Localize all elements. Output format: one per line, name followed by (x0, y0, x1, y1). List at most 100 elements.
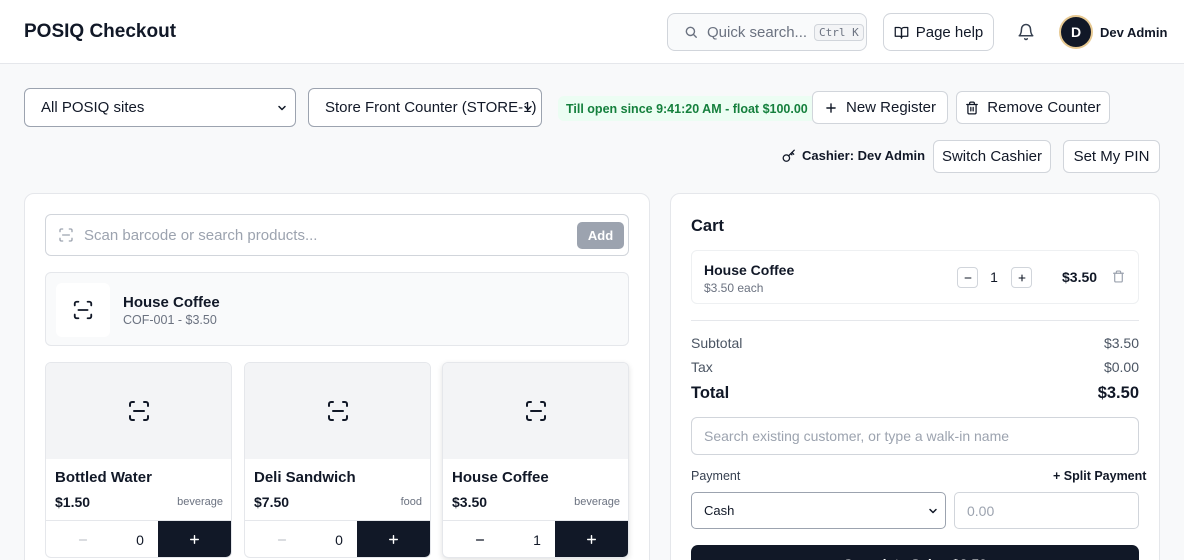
tax-row: Tax $0.00 (691, 359, 1139, 375)
quantity-value: 1 (533, 531, 541, 548)
shortcut-hint: Ctrl K (814, 23, 864, 41)
chevron-down-icon (927, 505, 939, 517)
increase-button[interactable] (158, 521, 231, 557)
payment-amount-input[interactable]: 0.00 (954, 492, 1139, 529)
tax-label: Tax (691, 359, 713, 375)
product-search-placeholder: Scan barcode or search products... (84, 226, 318, 244)
till-status-badge: Till open since 9:41:20 AM - float $100.… (558, 96, 816, 121)
remove-counter-label: Remove Counter (987, 99, 1101, 116)
payment-label: Payment (691, 469, 741, 483)
complete-sale-button[interactable]: Complete Sale - $3.50 (691, 545, 1139, 560)
cashier-label: Cashier: Dev Admin (802, 148, 926, 163)
product-category: food (400, 496, 422, 508)
chevron-down-icon (276, 102, 288, 114)
total-row: Total $3.50 (691, 384, 1139, 403)
trash-icon (965, 101, 979, 115)
minus-icon (276, 534, 288, 546)
app-title: POSIQ Checkout (24, 21, 177, 42)
product-price: $7.50 (254, 494, 290, 510)
avatar[interactable]: D (1059, 15, 1093, 49)
search-icon (684, 25, 698, 39)
quick-search-label: Quick search... (707, 23, 808, 41)
product-suggestion[interactable]: House Coffee COF-001 - $3.50 (45, 272, 629, 346)
quantity-value: 0 (136, 531, 144, 548)
product-name: Bottled Water (55, 469, 152, 486)
remove-counter-button[interactable]: Remove Counter (956, 91, 1110, 124)
decrease-button[interactable] (443, 521, 517, 557)
increase-button[interactable] (555, 521, 628, 557)
plus-icon (1017, 273, 1027, 283)
cart-title: Cart (691, 217, 725, 235)
counter-select[interactable]: Store Front Counter (STORE-1) (308, 88, 542, 127)
payment-method-select[interactable]: Cash (691, 492, 946, 529)
new-register-button[interactable]: New Register (812, 91, 948, 124)
product-image (443, 363, 628, 459)
divider (691, 320, 1139, 321)
increase-button[interactable] (357, 521, 430, 557)
product-thumbnail (56, 283, 110, 337)
cart-item-qty: 1 (990, 269, 998, 285)
tax-value: $0.00 (1103, 359, 1139, 375)
chevron-down-icon (522, 102, 534, 114)
scan-icon (127, 399, 151, 423)
split-payment-button[interactable]: + Split Payment (1053, 469, 1146, 483)
plus-icon (188, 533, 201, 546)
product-card[interactable]: Deli Sandwich $7.50 food 0 (244, 362, 431, 558)
scan-icon (72, 299, 94, 321)
product-category: beverage (574, 496, 620, 508)
quantity-stepper: 0 (245, 520, 430, 557)
minus-icon (963, 273, 973, 283)
cart-item-name: House Coffee (704, 262, 795, 278)
customer-search-input[interactable]: Search existing customer, or type a walk… (691, 417, 1139, 455)
cart-decrease-button[interactable] (957, 267, 978, 288)
bell-icon[interactable] (1017, 23, 1035, 41)
minus-icon (77, 534, 89, 546)
trash-icon[interactable] (1112, 270, 1125, 283)
product-image (245, 363, 430, 459)
cashier-indicator: Cashier: Dev Admin (782, 148, 925, 163)
cart-increase-button[interactable] (1011, 267, 1032, 288)
total-label: Total (691, 384, 730, 402)
site-select[interactable]: All POSIQ sites (24, 88, 296, 127)
decrease-button[interactable] (46, 521, 120, 557)
subtotal-label: Subtotal (691, 335, 743, 351)
subtotal-value: $3.50 (1103, 335, 1139, 351)
quantity-value: 0 (335, 531, 343, 548)
user-name[interactable]: Dev Admin (1100, 25, 1167, 40)
page-help-button[interactable]: Page help (883, 13, 994, 51)
book-icon (894, 25, 909, 40)
product-price: $1.50 (55, 494, 91, 510)
set-pin-button[interactable]: Set My PIN (1063, 140, 1160, 173)
plus-icon (585, 533, 598, 546)
quantity-stepper: 1 (443, 520, 628, 557)
cart-item-total: $3.50 (1062, 269, 1098, 285)
counter-select-value: Store Front Counter (STORE-1) (325, 99, 537, 116)
scan-icon (58, 227, 74, 243)
plus-icon (824, 101, 838, 115)
product-card[interactable]: House Coffee $3.50 beverage 1 (442, 362, 629, 558)
switch-cashier-button[interactable]: Switch Cashier (933, 140, 1051, 173)
suggestion-name: House Coffee (123, 294, 220, 311)
top-bar: POSIQ Checkout Quick search... Ctrl K Pa… (0, 0, 1184, 64)
subtotal-row: Subtotal $3.50 (691, 335, 1139, 351)
cart-line-item: House Coffee $3.50 each 1 $3.50 (691, 250, 1139, 304)
plus-icon (387, 533, 400, 546)
product-search-input[interactable]: Scan barcode or search products... Add (45, 214, 629, 256)
payment-method-value: Cash (704, 503, 735, 518)
product-category: beverage (177, 496, 223, 508)
page-help-label: Page help (915, 23, 984, 41)
new-register-label: New Register (845, 99, 937, 116)
minus-icon (474, 534, 486, 546)
scan-icon (326, 399, 350, 423)
scan-icon (524, 399, 548, 423)
add-product-button[interactable]: Add (577, 222, 624, 249)
key-icon (782, 149, 796, 163)
product-image (46, 363, 231, 459)
cart-item-unit-price: $3.50 each (704, 281, 764, 295)
product-name: Deli Sandwich (254, 469, 356, 486)
product-card[interactable]: Bottled Water $1.50 beverage 0 (45, 362, 232, 558)
product-name: House Coffee (452, 469, 549, 486)
product-price: $3.50 (452, 494, 488, 510)
decrease-button[interactable] (245, 521, 319, 557)
quick-search-button[interactable]: Quick search... Ctrl K (667, 13, 867, 51)
